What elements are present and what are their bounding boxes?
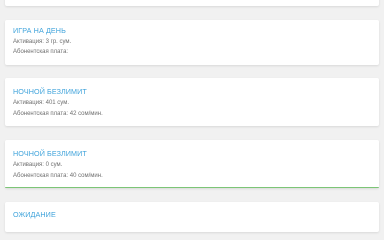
tariff-fee: Абонентская плата: 40 сом/мин.	[13, 173, 103, 179]
tariff-card[interactable]: Ночной безлимит Активация: 401 сум. Абон…	[5, 78, 379, 126]
tariff-title[interactable]: Ночной безлимит	[13, 87, 87, 96]
tariff-title[interactable]: Ночной безлимит	[13, 149, 87, 158]
tariff-activation: Активация: 401 сум.	[13, 100, 70, 106]
tariff-activation: Активация: 3 гр. сум.	[13, 39, 72, 45]
tariff-card[interactable]: Ожидание	[5, 202, 379, 232]
tariff-title[interactable]: Игра на день	[13, 26, 66, 35]
card-accent-border	[5, 187, 379, 188]
tariff-fee: Абонентская плата:	[13, 49, 69, 55]
tariff-fee: Абонентская плата: 42 сом/мин.	[13, 111, 103, 117]
tariff-list: Игра на день Активация: 3 гр. сум. Абоне…	[0, 0, 384, 232]
tariff-card[interactable]: Игра на день Активация: 3 гр. сум. Абоне…	[5, 20, 379, 65]
tariff-activation: Активация: 0 сум.	[13, 162, 63, 168]
tariff-card[interactable]: Ночной безлимит Активация: 0 сум. Абонен…	[5, 140, 379, 188]
tariff-card-partial[interactable]	[5, 0, 379, 6]
tariff-title[interactable]: Ожидание	[13, 210, 56, 219]
